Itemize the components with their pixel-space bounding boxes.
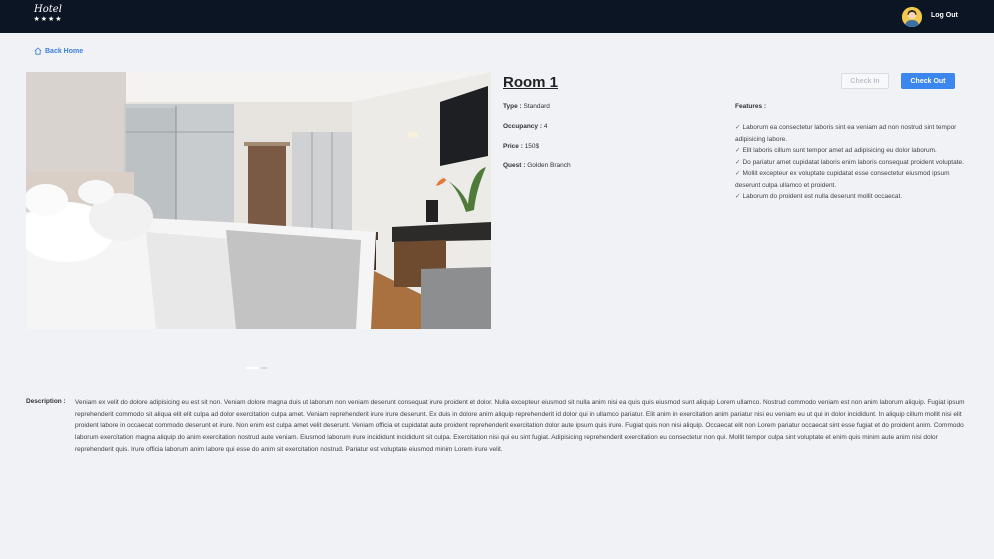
hotel-logo[interactable]: Hotel ★★★★ [33, 4, 63, 28]
check-icon: ✓ [735, 147, 741, 154]
feature-item: ✓ Laborum ea consectetur laboris sint ea … [735, 122, 967, 145]
feature-text: Elit laboris cillum sunt tempor amet ad … [742, 147, 937, 154]
price-row: Price : 150$ [503, 143, 539, 150]
occupancy-row: Occupancy : 4 [503, 123, 547, 130]
description-label: Description : [26, 398, 66, 405]
check-icon: ✓ [735, 124, 741, 131]
carousel-dot-2[interactable] [261, 367, 267, 369]
check-out-button[interactable]: Check Out [901, 73, 955, 89]
logo-text: Hotel [34, 4, 62, 15]
back-home-label: Back Home [45, 47, 84, 55]
user-avatar[interactable] [902, 7, 922, 27]
room-type-value: Standard [523, 103, 550, 110]
guest-label: Quest : [503, 162, 526, 169]
room-type-label: Type : [503, 103, 522, 110]
price-label: Price : [503, 143, 523, 150]
features-heading: Features : [735, 103, 767, 110]
feature-item: ✓ Elit laboris cillum sunt tempor amet ad… [735, 145, 967, 157]
price-value: 150$ [524, 143, 540, 150]
top-navbar: Hotel ★★★★ Log Out [0, 0, 994, 33]
hotel-room-image [26, 72, 491, 329]
home-icon [34, 47, 42, 55]
avatar-icon [902, 7, 922, 27]
description-text: Veniam ex velit do dolore adipisicing eu… [75, 399, 965, 453]
feature-text: Laborum ea consectetur laboris sint ea v… [735, 124, 957, 143]
logout-button[interactable]: Log Out [931, 12, 958, 19]
feature-text: Do pariatur amet cupidatat laboris enim … [742, 158, 964, 166]
guest-row: Quest : Golden Branch [503, 162, 571, 169]
carousel-indicators[interactable] [246, 367, 267, 369]
feature-item: ✓ Mollit excepteur ex voluptate cupidatat… [735, 168, 967, 191]
room-title: Room 1 [503, 74, 559, 91]
carousel-dot-1[interactable] [246, 367, 258, 369]
feature-text: Mollit excepteur ex voluptate cupidatat … [735, 170, 950, 189]
room-type-row: Type : Standard [503, 103, 550, 110]
feature-item: ✓ Laborum do proident est nulla deserunt … [735, 191, 967, 203]
check-icon: ✓ [735, 170, 741, 177]
check-icon: ✓ [735, 158, 741, 166]
back-home-link[interactable]: Back Home [34, 47, 83, 55]
guest-value: Golden Branch [527, 162, 571, 169]
feature-text: Laborum do proident est nulla deserunt m… [742, 193, 903, 200]
room-photo [26, 72, 491, 329]
check-in-button[interactable]: Check In [841, 73, 889, 89]
occupancy-value: 4 [543, 123, 548, 130]
occupancy-label: Occupancy : [503, 123, 543, 130]
features-list: ✓ Laborum ea consectetur laboris sint ea … [735, 122, 967, 203]
check-icon: ✓ [735, 193, 741, 200]
logo-stars: ★★★★ [33, 16, 63, 23]
feature-item: ✓ Do pariatur amet cupidatat laboris enim… [735, 157, 967, 169]
